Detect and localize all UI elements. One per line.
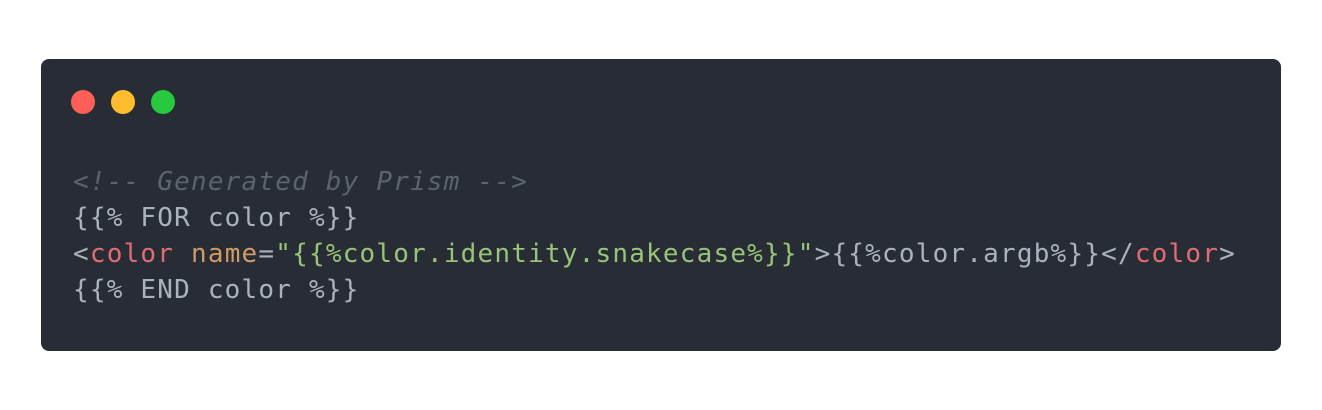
end-tag-name: color xyxy=(1134,239,1220,269)
tag-content: {{%color.argb%}} xyxy=(831,239,1102,269)
punct: > xyxy=(814,239,832,269)
code-line-for: {{% FOR color %}} xyxy=(73,203,360,233)
attr-name: name xyxy=(191,239,259,269)
punct: < xyxy=(73,239,90,269)
attr-value: "{{%color.identity.snakecase%}}" xyxy=(275,239,815,269)
code-comment: <!-- Generated by Prism --> xyxy=(73,167,529,197)
code-window: <!-- Generated by Prism --> {{% FOR colo… xyxy=(41,59,1281,351)
code-line-end: {{% END color %}} xyxy=(73,275,360,305)
punct: > xyxy=(1219,239,1236,269)
code-block: <!-- Generated by Prism --> {{% FOR colo… xyxy=(73,164,1236,308)
punct: = xyxy=(258,239,276,269)
tag-name: color xyxy=(89,239,175,269)
punct: </ xyxy=(1101,239,1135,269)
close-window-icon[interactable] xyxy=(71,90,95,114)
maximize-window-icon[interactable] xyxy=(151,90,175,114)
minimize-window-icon[interactable] xyxy=(111,90,135,114)
